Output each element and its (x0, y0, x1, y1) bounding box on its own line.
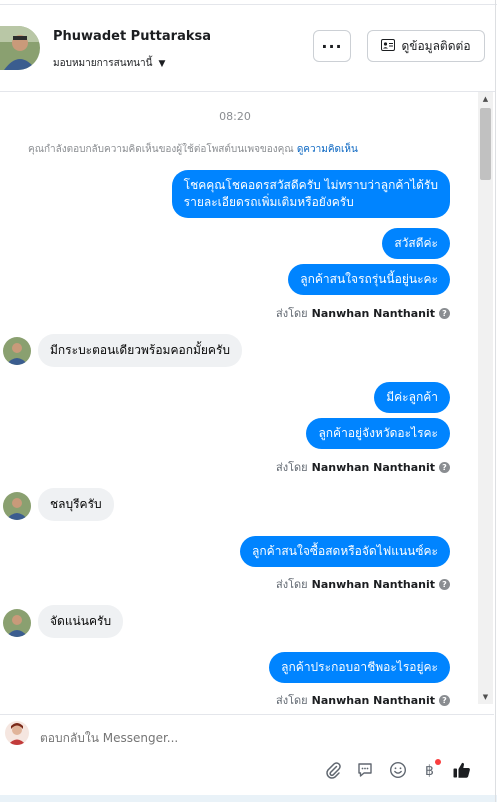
message-thread[interactable]: 08:20 คุณกำลังตอบกลับความคิดเห็นของผู้ใช… (0, 92, 478, 707)
customer-avatar[interactable] (0, 26, 40, 70)
sent-by-prefix: ส่งโดย (276, 578, 308, 591)
thread-scrollbar[interactable]: ▲ ▼ (478, 92, 493, 704)
outgoing-message: โชคคุณโชคอดรสวัสดีครับ ไม่ทราบว่าลูกค้าไ… (171, 170, 450, 218)
window-bottom-edge (0, 795, 497, 802)
notification-dot (435, 759, 441, 765)
svg-text:฿: ฿ (425, 763, 434, 779)
sent-by-prefix: ส่งโดย (276, 461, 308, 474)
customer-name[interactable]: Phuwadet Puttaraksa (53, 29, 211, 44)
assign-label: มอบหมายการสนทนานี้ (53, 58, 153, 69)
page-avatar (5, 721, 29, 745)
message-line: รายละเอียดรถเพิ่มเติมหรือยังครับ (183, 195, 354, 209)
customer-avatar-small (3, 492, 31, 520)
outgoing-message: ลูกค้าสนใจรถรุ่นนี้อยู่นะคะ (288, 264, 450, 295)
scroll-up-arrow-icon[interactable]: ▲ (478, 92, 493, 106)
paperclip-icon[interactable] (322, 759, 344, 781)
sent-by-prefix: ส่งโดย (276, 694, 308, 707)
sender-name: Nanwhan Nanthanit (311, 693, 435, 707)
view-contact-label: ดูข้อมูลติดต่อ (401, 38, 471, 53)
more-options-button[interactable]: ··· (313, 30, 351, 62)
assign-conversation-dropdown[interactable]: มอบหมายการสนทนานี้ ▼ (53, 56, 165, 71)
view-comment-link[interactable]: ดูความคิดเห็น (297, 144, 358, 155)
conversation-header: Phuwadet Puttaraksa มอบหมายการสนทนานี้ ▼… (0, 5, 496, 92)
sent-by-label: ส่งโดย Nanwhan Nanthanit ? (276, 458, 450, 476)
sent-by-label: ส่งโดย Nanwhan Nanthanit ? (276, 304, 450, 322)
contact-card-icon (381, 38, 396, 54)
customer-avatar-small (3, 337, 31, 365)
outgoing-message: มีค่ะลูกค้า (374, 382, 450, 413)
outgoing-message: ลูกค้าประกอบอาชีพอะไรอยู่คะ (269, 652, 450, 683)
outgoing-message: สวัสดีค่ะ (382, 228, 450, 259)
incoming-message: จัดแน่นครับ (38, 605, 124, 638)
sent-by-prefix: ส่งโดย (276, 307, 308, 320)
message-timestamp: 08:20 (219, 110, 251, 123)
sent-by-label: ส่งโดย Nanwhan Nanthanit ? (276, 575, 450, 593)
comment-reply-notice: คุณกำลังตอบกลับความคิดเห็นของผู้ใช้ต่อโพ… (28, 142, 358, 157)
sender-name: Nanwhan Nanthanit (311, 460, 435, 474)
sent-by-label: ส่งโดย Nanwhan Nanthanit ? (276, 691, 450, 709)
message-composer: ฿ (0, 714, 494, 795)
scrollbar-thumb[interactable] (480, 108, 491, 180)
notice-text: คุณกำลังตอบกลับความคิดเห็นของผู้ใช้ต่อโพ… (28, 144, 294, 155)
incoming-message: ชลบุรีครับ (38, 488, 114, 521)
customer-avatar-small (3, 609, 31, 637)
help-icon[interactable]: ? (439, 578, 450, 590)
reply-input[interactable] (40, 731, 320, 745)
scroll-down-arrow-icon[interactable]: ▼ (478, 690, 493, 704)
view-contact-button[interactable]: ดูข้อมูลติดต่อ (367, 30, 485, 62)
incoming-message: มีกระบะตอนเดียวพร้อมคอกมั้ยครับ (38, 334, 242, 367)
help-icon[interactable]: ? (439, 307, 450, 319)
sender-name: Nanwhan Nanthanit (311, 577, 435, 591)
outgoing-message: ลูกค้าอยู่จังหวัดอะไรคะ (306, 418, 450, 449)
sender-name: Nanwhan Nanthanit (311, 306, 435, 320)
chat-bubble-icon[interactable] (354, 759, 376, 781)
thumbs-up-icon[interactable] (451, 759, 473, 781)
smiley-icon[interactable] (387, 759, 409, 781)
help-icon[interactable]: ? (439, 461, 450, 473)
outgoing-message: ลูกค้าสนใจซื้อสดหรือจัดไฟแนนซ์คะ (240, 536, 450, 567)
message-line: โชคคุณโชคอดรสวัสดีครับ ไม่ทราบว่าลูกค้าไ… (183, 178, 438, 192)
help-icon[interactable]: ? (439, 694, 450, 706)
caret-down-icon: ▼ (158, 58, 166, 69)
baht-icon[interactable]: ฿ (419, 759, 441, 781)
